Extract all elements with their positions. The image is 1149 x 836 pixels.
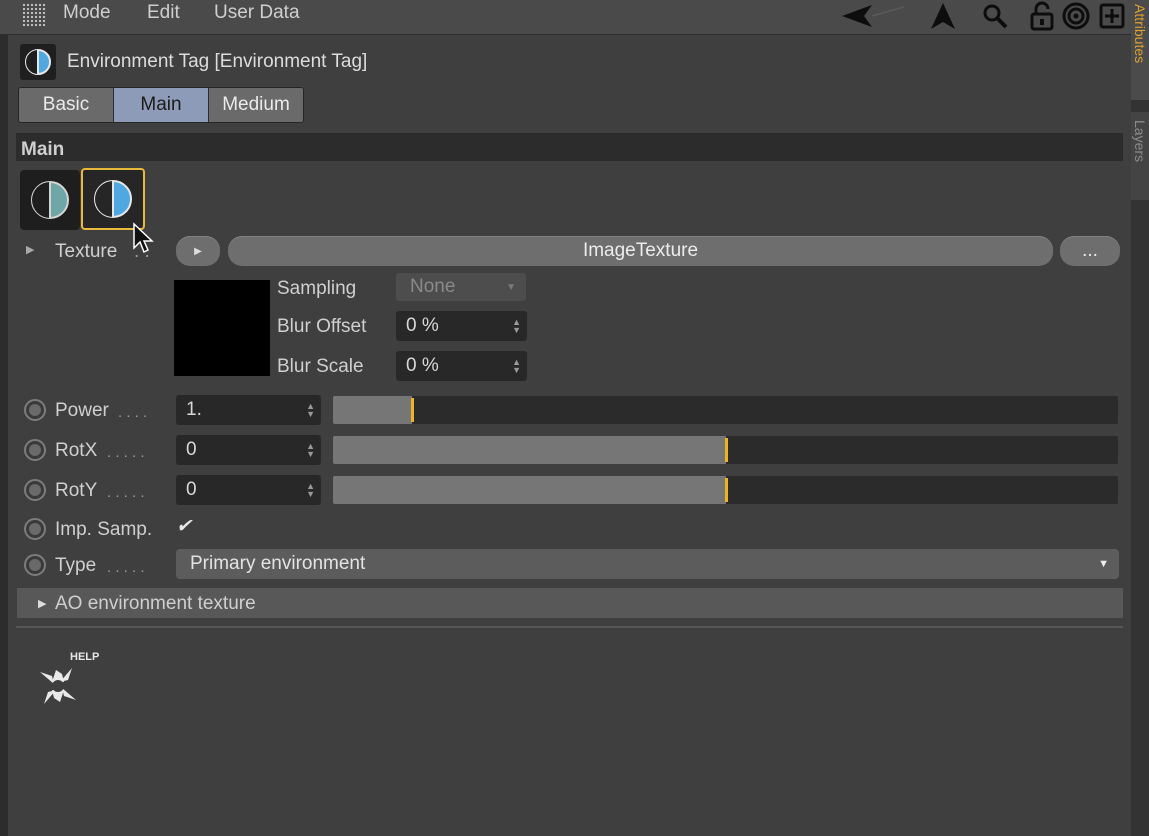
type-animate-radio[interactable]: [24, 554, 46, 576]
section-title: Main: [21, 139, 65, 160]
roty-slider-handle[interactable]: [725, 478, 728, 502]
rotx-spinner-icon[interactable]: ▲ ▼: [306, 442, 315, 459]
roty-slider-fill: [333, 476, 726, 504]
type-value: Primary environment: [190, 553, 366, 574]
blur-scale-input[interactable]: 0 % ▲ ▼: [396, 351, 527, 381]
power-input[interactable]: 1. ▲ ▼: [176, 395, 321, 425]
roty-value: 0: [186, 479, 197, 500]
roty-label: RotY: [55, 480, 98, 501]
section-header: [16, 133, 1123, 161]
divider: [16, 626, 1123, 628]
left-panel-edge: [0, 0, 8, 836]
roty-animate-radio[interactable]: [24, 479, 46, 501]
sampling-chevron-icon: ▼: [506, 281, 516, 293]
power-label: Power: [55, 400, 109, 421]
sampling-dropdown[interactable]: None ▼: [396, 273, 526, 301]
blur-scale-label: Blur Scale: [277, 356, 364, 377]
texture-more-button[interactable]: ...: [1060, 236, 1120, 266]
texture-play-button[interactable]: ▶: [176, 236, 220, 266]
rotx-label: RotX: [55, 440, 98, 461]
texture-label: Texture: [55, 241, 118, 262]
blur-offset-label: Blur Offset: [277, 316, 367, 337]
menu-edit[interactable]: Edit: [147, 2, 180, 24]
rotx-slider-fill: [333, 436, 726, 464]
side-tab-layers[interactable]: Layers: [1131, 112, 1149, 200]
texture-preview: [174, 280, 270, 376]
blur-offset-spinner-icon[interactable]: ▲ ▼: [512, 318, 521, 335]
panel-title: Environment Tag [Environment Tag]: [67, 51, 368, 72]
lock-icon[interactable]: [1028, 0, 1056, 32]
power-slider[interactable]: [333, 396, 1118, 424]
blur-scale-spinner-icon[interactable]: ▲ ▼: [512, 358, 521, 375]
search-icon[interactable]: [980, 0, 1010, 32]
rotx-label-dots: . . . . .: [107, 444, 145, 461]
imp-samp-label: Imp. Samp.: [55, 519, 153, 540]
power-label-dots: . . . .: [118, 404, 148, 421]
tab-main[interactable]: Main: [114, 88, 209, 122]
power-slider-handle[interactable]: [411, 398, 414, 422]
ao-expand-icon[interactable]: ▶: [38, 597, 46, 610]
ao-environment-label: AO environment texture: [55, 593, 256, 614]
power-animate-radio[interactable]: [24, 399, 46, 421]
texture-label-dots: . .: [134, 241, 150, 262]
type-label-dots: . . . . .: [107, 559, 145, 576]
help-label: HELP: [70, 651, 100, 663]
side-tab-attributes-label: Attributes: [1132, 4, 1148, 64]
environment-tag-icon: [20, 44, 56, 80]
environment-preset-button[interactable]: [20, 170, 80, 230]
imp-samp-checkbox[interactable]: ✔: [176, 515, 198, 539]
type-dropdown[interactable]: Primary environment ▼: [176, 549, 1119, 579]
forward-arrow-icon[interactable]: [926, 0, 960, 32]
power-value: 1.: [186, 399, 202, 420]
type-chevron-icon: ▼: [1098, 558, 1109, 570]
tab-basic[interactable]: Basic: [19, 88, 114, 122]
target-icon[interactable]: [1061, 0, 1091, 32]
type-label: Type: [55, 555, 97, 576]
new-panel-icon[interactable]: [1098, 0, 1126, 32]
power-spinner-icon[interactable]: ▲ ▼: [306, 402, 315, 419]
blur-offset-value: 0 %: [406, 315, 439, 336]
environment-tag-preset-button[interactable]: [81, 168, 145, 230]
roty-slider[interactable]: [333, 476, 1118, 504]
side-tab-layers-label: Layers: [1132, 120, 1148, 163]
panel-grip-icon[interactable]: [22, 3, 46, 27]
roty-spinner-icon[interactable]: ▲ ▼: [306, 482, 315, 499]
side-tab-attributes[interactable]: Attributes: [1131, 0, 1149, 100]
texture-value-button[interactable]: ImageTexture: [228, 236, 1053, 266]
roty-label-dots: . . . . .: [107, 484, 145, 501]
blur-scale-value: 0 %: [406, 355, 439, 376]
power-slider-fill: [333, 396, 412, 424]
imp-samp-animate-radio[interactable]: [24, 518, 46, 540]
rotx-input[interactable]: 0 ▲ ▼: [176, 435, 321, 465]
rotx-slider-handle[interactable]: [725, 438, 728, 462]
texture-play-icon: ▶: [194, 245, 202, 257]
tab-medium[interactable]: Medium: [209, 88, 303, 122]
tab-bar: Basic Main Medium: [18, 87, 304, 123]
rotx-value: 0: [186, 439, 197, 460]
menu-mode[interactable]: Mode: [63, 2, 111, 24]
sampling-value: None: [410, 276, 456, 297]
environment-half-icon: [31, 181, 69, 219]
rotx-animate-radio[interactable]: [24, 439, 46, 461]
blur-offset-input[interactable]: 0 % ▲ ▼: [396, 311, 527, 341]
roty-input[interactable]: 0 ▲ ▼: [176, 475, 321, 505]
menu-user-data[interactable]: User Data: [214, 2, 300, 24]
back-arrow-icon[interactable]: [838, 0, 908, 32]
environment-tag-half-icon: [94, 180, 132, 218]
texture-expand-icon[interactable]: ▶: [26, 243, 34, 256]
sampling-label: Sampling: [277, 278, 357, 299]
rotx-slider[interactable]: [333, 436, 1118, 464]
